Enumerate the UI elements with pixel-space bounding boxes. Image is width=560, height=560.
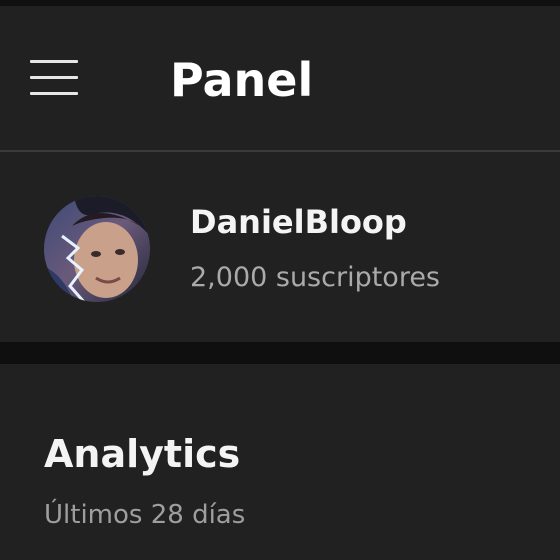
hamburger-menu-icon[interactable] [20, 48, 88, 108]
subscriber-count: 2,000 suscriptores [190, 262, 441, 293]
page-title: Panel [170, 53, 314, 107]
analytics-card[interactable]: Analytics Últimos 28 días [0, 364, 560, 560]
avatar-photo [44, 196, 150, 302]
section-divider [0, 342, 560, 364]
analytics-title: Analytics [44, 432, 241, 476]
dashboard-screen: Panel DanielBloop 2,000 suscriptores Ana… [0, 0, 560, 560]
menu-bar-line [30, 92, 78, 95]
channel-name: DanielBloop [190, 203, 407, 241]
analytics-period: Últimos 28 días [44, 500, 246, 530]
menu-bar-line [30, 60, 78, 63]
avatar[interactable] [44, 196, 150, 302]
app-bar: Panel [0, 6, 560, 152]
menu-bar-line [30, 76, 78, 79]
channel-card[interactable]: DanielBloop 2,000 suscriptores [0, 152, 560, 342]
